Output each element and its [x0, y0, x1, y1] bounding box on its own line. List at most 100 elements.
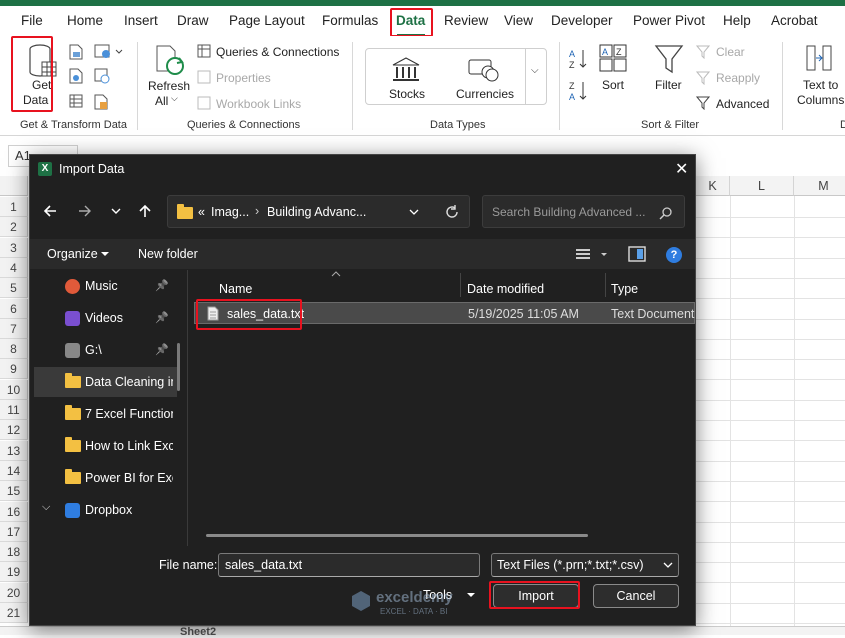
tab-formulas[interactable]: Formulas	[322, 13, 378, 28]
row-header[interactable]: 9	[0, 359, 28, 380]
properties-button[interactable]: Properties	[216, 71, 271, 85]
sort-button[interactable]: Sort	[602, 78, 624, 92]
column-date-modified[interactable]: Date modified	[467, 282, 544, 296]
nav-item[interactable]: How to Link Exc	[34, 431, 177, 461]
column-header-l[interactable]: L	[730, 176, 794, 196]
recent-locations-chevron-icon[interactable]	[110, 205, 122, 217]
queries-connections-button[interactable]: Queries & Connections	[216, 45, 339, 59]
row-header[interactable]: 6	[0, 298, 28, 319]
tab-acrobat[interactable]: Acrobat	[771, 13, 818, 28]
gridline	[696, 562, 845, 564]
row-header[interactable]: 8	[0, 339, 28, 360]
from-web-icon[interactable]	[94, 43, 124, 59]
nav-item[interactable]: G:\ 📌	[34, 335, 177, 365]
new-folder-button[interactable]: New folder	[138, 247, 198, 261]
cancel-button[interactable]: Cancel	[593, 584, 679, 608]
row-header[interactable]: 13	[0, 440, 28, 461]
address-bar[interactable]: « Imag... › Building Advanc...	[167, 195, 470, 228]
preview-pane-icon[interactable]	[628, 246, 646, 262]
recent-sources-icon[interactable]	[94, 68, 110, 84]
tab-draw[interactable]: Draw	[177, 13, 209, 28]
tab-insert[interactable]: Insert	[124, 13, 158, 28]
row-header[interactable]: 7	[0, 318, 28, 339]
tab-power-pivot[interactable]: Power Pivot	[633, 13, 705, 28]
path-prefix[interactable]: «	[198, 205, 205, 219]
tab-page-layout[interactable]: Page Layout	[229, 13, 305, 28]
row-header[interactable]: 12	[0, 420, 28, 441]
row-header[interactable]: 2	[0, 217, 28, 238]
folder-icon	[65, 437, 81, 452]
row-header[interactable]: 15	[0, 481, 28, 502]
reapply-button[interactable]: Reapply	[716, 71, 760, 85]
watermark-name: exceldemy	[376, 589, 453, 606]
nav-item[interactable]: Videos 📌	[34, 303, 177, 333]
address-chevron-icon[interactable]	[408, 208, 420, 218]
nav-item[interactable]: Dropbox ⌵	[34, 495, 177, 525]
organize-button[interactable]: Organize	[47, 247, 98, 261]
filter-button[interactable]: Filter	[655, 78, 682, 92]
from-table-icon[interactable]	[69, 68, 83, 84]
row-header[interactable]: 3	[0, 237, 28, 258]
tab-home[interactable]: Home	[67, 13, 103, 28]
row-header[interactable]: 20	[0, 582, 28, 603]
chevron-down-icon[interactable]: ⌵	[42, 501, 50, 514]
from-text-icon[interactable]	[69, 44, 83, 60]
path-segment-2[interactable]: Building Advanc...	[267, 205, 366, 219]
view-options-icon[interactable]	[575, 247, 611, 263]
row-header[interactable]: 21	[0, 603, 28, 623]
search-box[interactable]: Search Building Advanced ...	[482, 195, 685, 228]
row-header[interactable]: 18	[0, 542, 28, 563]
path-segment-1[interactable]: Imag...	[211, 205, 249, 219]
row-header[interactable]: 11	[0, 400, 28, 420]
nav-item[interactable]: Music 📌	[34, 271, 177, 301]
sort-az-icon[interactable]: AZ	[569, 48, 589, 70]
horizontal-scrollbar[interactable]	[206, 534, 588, 537]
workbook-links-button[interactable]: Workbook Links	[216, 97, 301, 111]
nav-item[interactable]: Power BI for Exc	[34, 463, 177, 493]
file-type-select[interactable]: Text Files (*.prn;*.txt;*.csv)	[491, 553, 679, 577]
advanced-button[interactable]: Advanced	[716, 97, 769, 111]
row-header[interactable]: 4	[0, 257, 28, 278]
row-header[interactable]: 1	[0, 197, 28, 217]
nav-item[interactable]: 7 Excel Function	[34, 399, 177, 429]
currencies-button[interactable]: Currencies	[456, 87, 514, 101]
tab-help[interactable]: Help	[723, 13, 751, 28]
tab-developer[interactable]: Developer	[551, 13, 613, 28]
row-header[interactable]: 5	[0, 278, 28, 299]
refresh-icon[interactable]	[445, 205, 459, 219]
folder-icon	[65, 405, 81, 420]
nav-item[interactable]: Data Cleaning in	[34, 367, 177, 397]
refresh-all-button[interactable]	[145, 38, 191, 110]
row-header[interactable]: 14	[0, 460, 28, 481]
existing-connections-icon[interactable]	[69, 94, 83, 108]
nav-scrollbar[interactable]	[177, 343, 180, 391]
data-types-expand-button[interactable]: ⌵	[525, 49, 546, 104]
text-to-columns-button[interactable]	[795, 38, 845, 110]
select-all-corner[interactable]	[0, 176, 28, 196]
tab-view[interactable]: View	[504, 13, 533, 28]
row-header[interactable]: 10	[0, 379, 28, 400]
row-header[interactable]: 16	[0, 501, 28, 522]
nav-item-label: Dropbox	[85, 503, 133, 517]
stocks-button[interactable]: Stocks	[389, 87, 425, 101]
sort-za-icon[interactable]: ZA	[569, 80, 589, 102]
row-header[interactable]: 17	[0, 521, 28, 542]
column-name[interactable]: Name	[219, 282, 252, 296]
column-header-m[interactable]: M	[794, 176, 845, 196]
column-header-k[interactable]: K	[696, 176, 730, 196]
tab-file[interactable]: File	[21, 13, 43, 28]
from-file-icon[interactable]	[94, 94, 110, 110]
back-arrow-icon[interactable]	[42, 203, 58, 219]
file-name-field[interactable]: sales_data.txt	[218, 553, 480, 577]
forward-arrow-icon[interactable]	[77, 203, 93, 219]
help-icon[interactable]: ?	[666, 247, 682, 263]
advanced-filter-icon	[696, 96, 710, 110]
tab-review[interactable]: Review	[444, 13, 488, 28]
sheet-tab[interactable]: Sheet2	[180, 626, 216, 638]
search-input[interactable]: Search Building Advanced ...	[492, 205, 662, 219]
close-icon[interactable]: ✕	[675, 159, 688, 179]
up-arrow-icon[interactable]	[137, 203, 153, 219]
row-header[interactable]: 19	[0, 562, 28, 583]
column-type[interactable]: Type	[611, 282, 638, 296]
clear-button[interactable]: Clear	[716, 45, 745, 59]
